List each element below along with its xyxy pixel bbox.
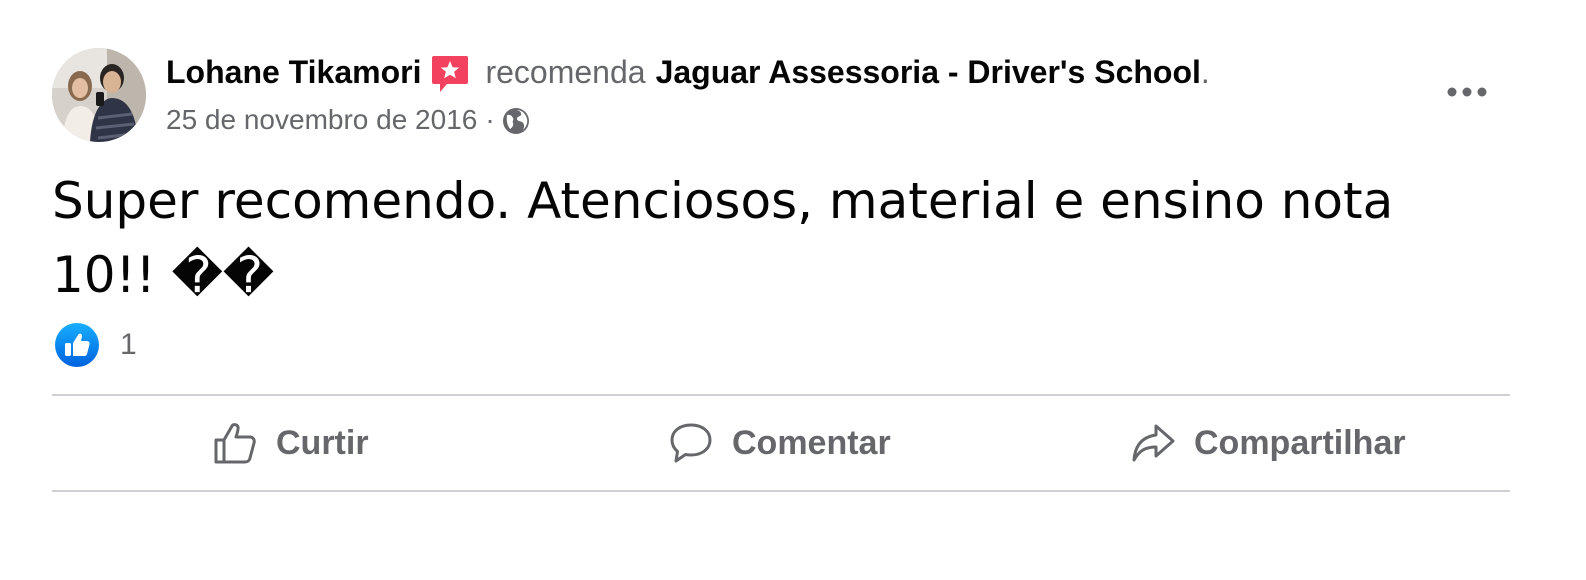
post-header: Lohane Tikamori recomenda Jaguar Assesso… [166,50,1210,94]
author-name[interactable]: Lohane Tikamori [166,54,421,91]
header-period: . [1200,53,1210,90]
comment-button[interactable]: Comentar [668,396,891,490]
more-dots-icon [1447,87,1487,97]
avatar[interactable] [52,48,146,142]
action-verb: recomenda [485,53,646,90]
reaction-count: 1 [120,328,137,361]
recommended-page-link[interactable]: Jaguar Assessoria - Driver's School [656,54,1201,91]
comment-bubble-icon [670,423,712,463]
reactions-summary[interactable]: 1 [54,322,137,368]
divider [52,490,1510,492]
post-body-text: Super recomendo. Atenciosos, material e … [52,172,1394,304]
post-meta: 25 de novembro de 2016 · [166,100,531,140]
recommendation-star-icon [431,54,469,94]
share-label: Compartilhar [1194,423,1406,462]
share-arrow-icon [1132,424,1175,462]
avatar-photo [52,48,146,142]
more-options-button[interactable] [1440,74,1494,110]
globe-icon[interactable] [501,106,531,136]
thumbs-up-icon [214,423,256,464]
like-emoji-icon [55,323,99,367]
comment-label: Comentar [732,423,891,462]
post-timestamp[interactable]: 25 de novembro de 2016 [166,104,477,136]
like-button[interactable]: Curtir [212,396,369,490]
like-label: Curtir [276,423,369,462]
share-button[interactable]: Compartilhar [1130,396,1406,490]
action-bar: Curtir Comentar Compartilhar [52,396,1510,490]
recommendation-post: Lohane Tikamori recomenda Jaguar Assesso… [0,0,1586,580]
meta-separator: · [485,104,495,135]
